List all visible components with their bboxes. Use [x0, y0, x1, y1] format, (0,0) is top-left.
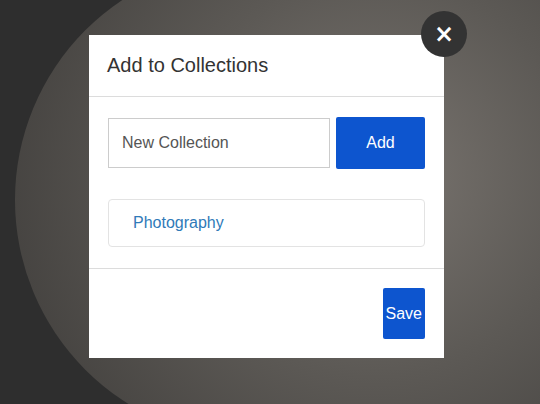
- dialog-footer: Save: [89, 268, 444, 358]
- close-icon: ×: [434, 22, 454, 46]
- collection-item[interactable]: Photography: [108, 199, 425, 247]
- close-button[interactable]: ×: [421, 11, 467, 57]
- collection-list: Photography: [108, 199, 425, 247]
- dialog-body: Add Photography: [89, 97, 444, 268]
- collection-name: Photography: [133, 214, 224, 232]
- dialog-title: Add to Collections: [107, 54, 268, 77]
- add-button[interactable]: Add: [336, 117, 425, 169]
- dialog-header: Add to Collections: [89, 35, 444, 97]
- screen: Add to Collections Add Photography Save …: [0, 0, 540, 404]
- save-button[interactable]: Save: [383, 288, 425, 339]
- new-collection-row: Add: [108, 117, 425, 169]
- add-to-collections-dialog: Add to Collections Add Photography Save: [89, 35, 444, 358]
- new-collection-input[interactable]: [108, 118, 330, 168]
